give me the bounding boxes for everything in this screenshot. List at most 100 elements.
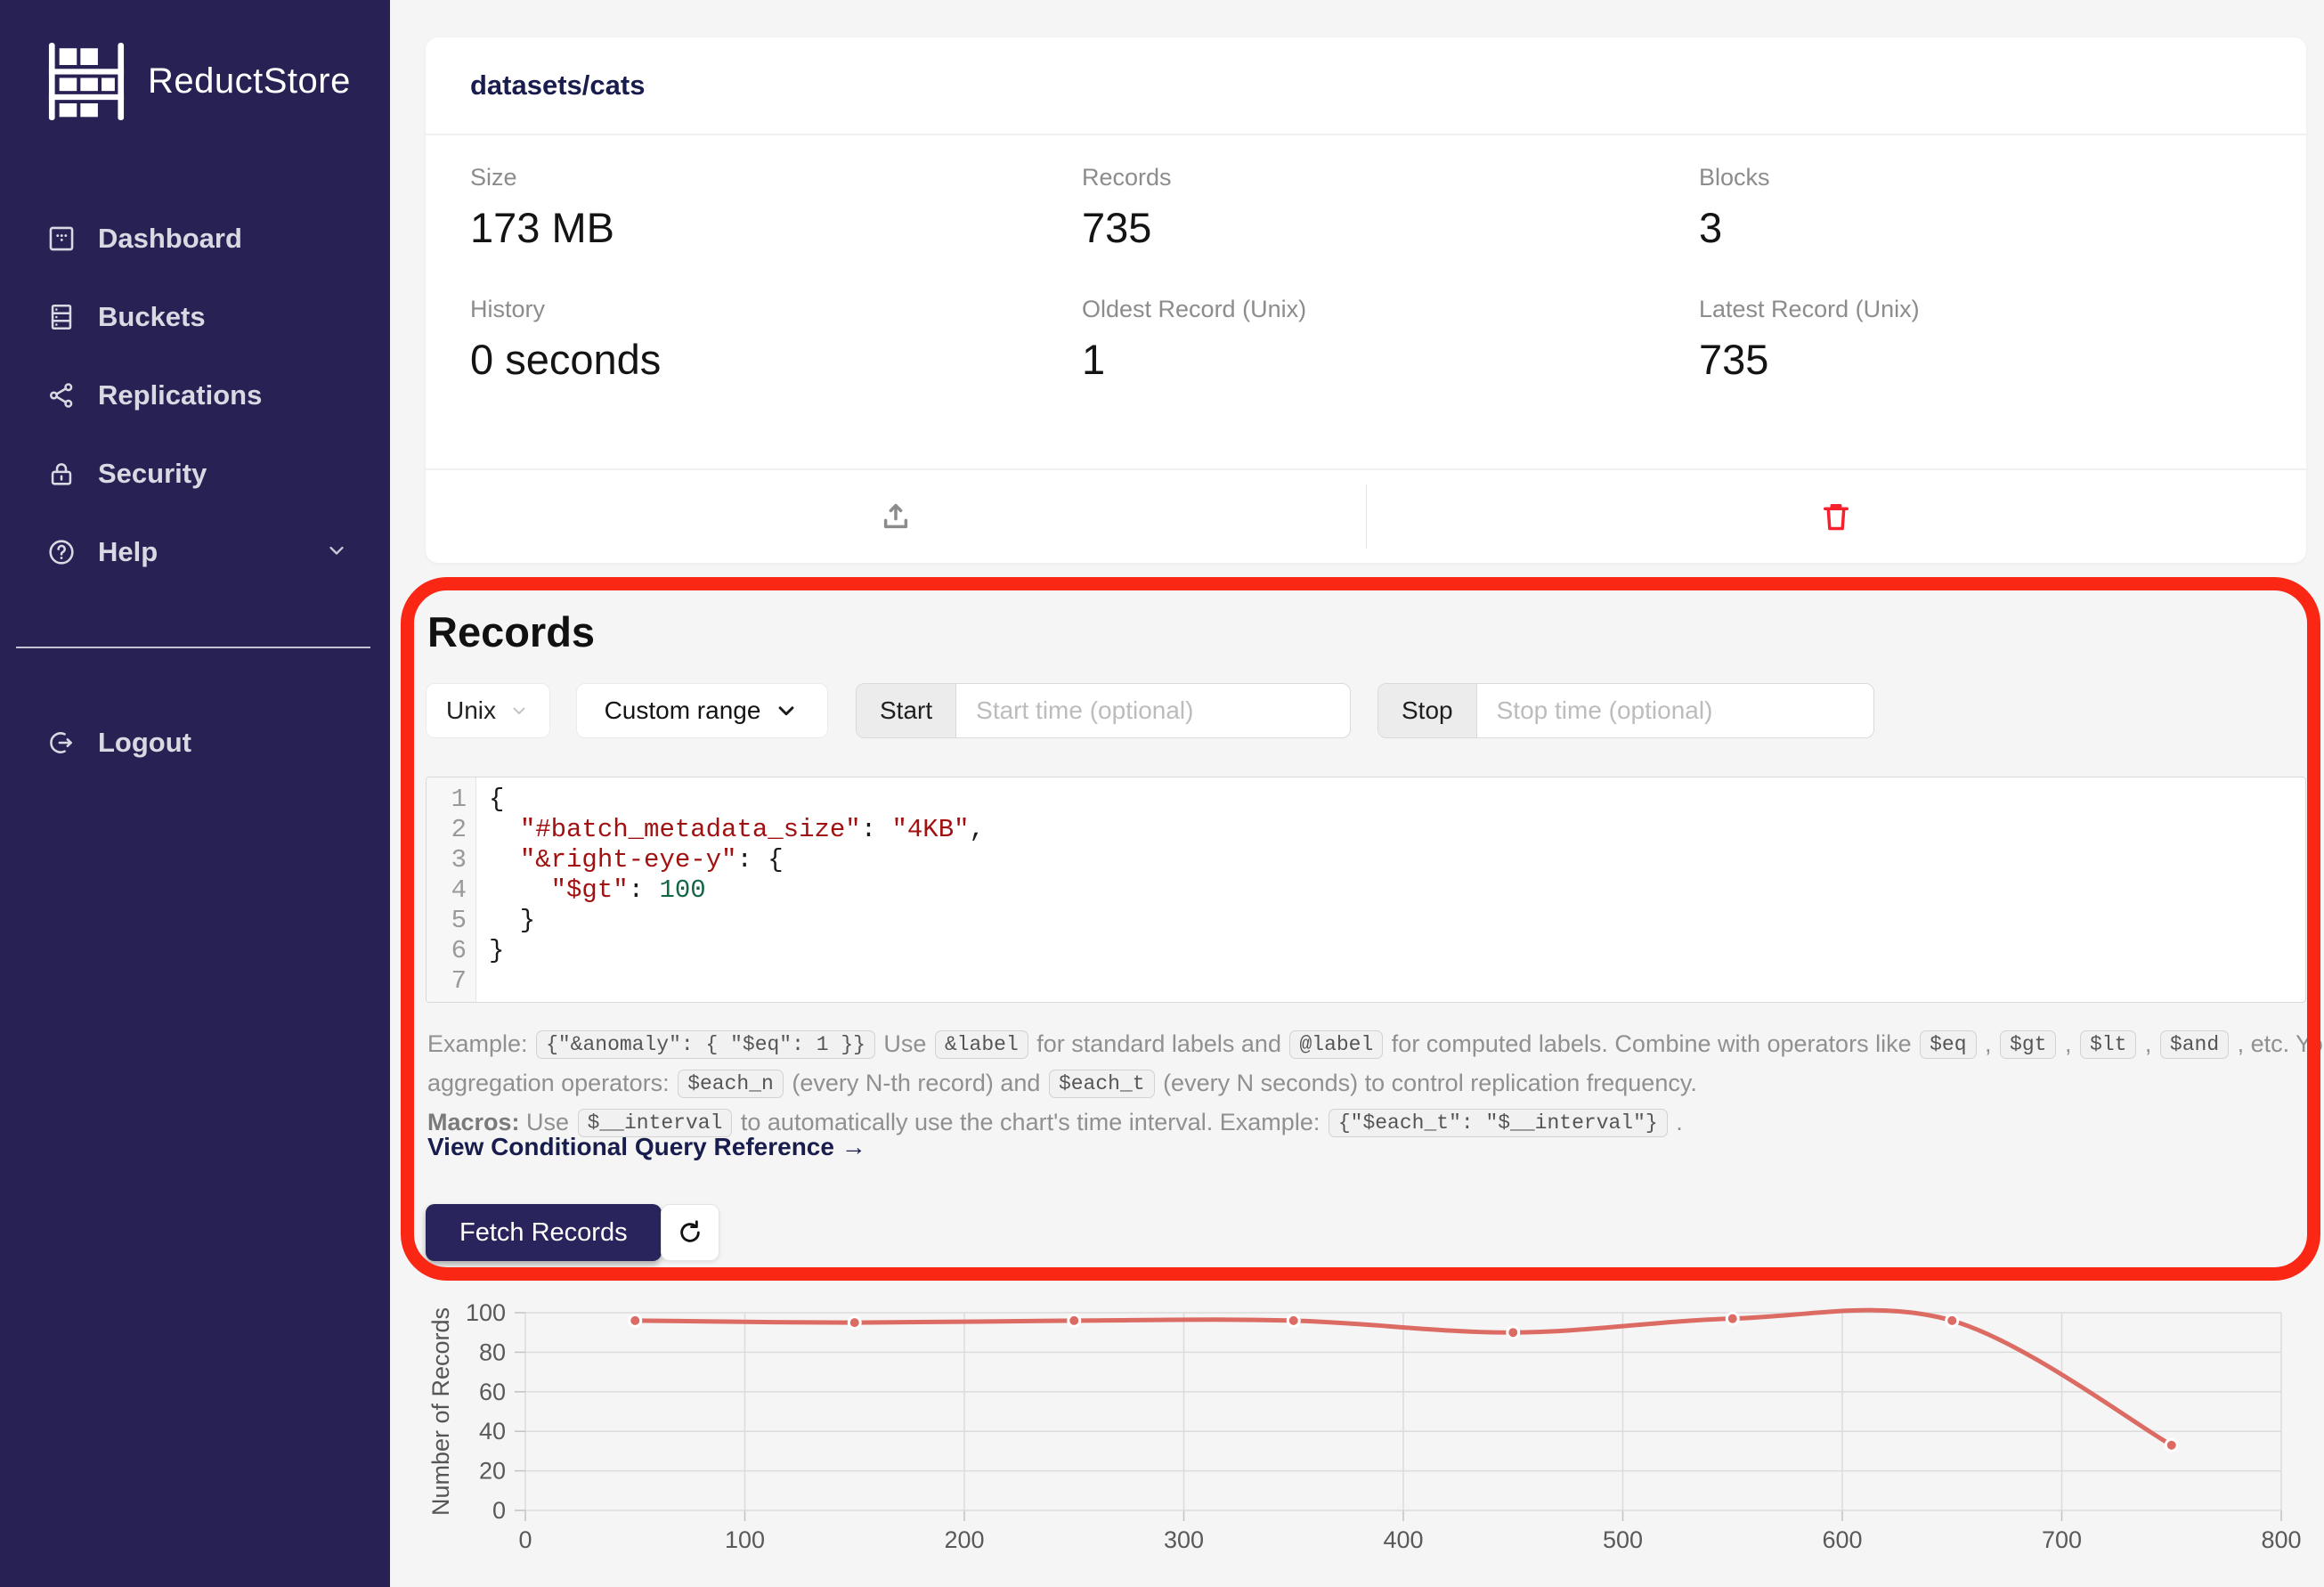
svg-text:800: 800 <box>2261 1526 2301 1553</box>
reductstore-app: { "sidebar": { "brand": "ReductStore", "… <box>0 0 2324 1587</box>
chevron-down-icon <box>773 697 800 724</box>
code-chip: {"$each_t": "$__interval"} <box>1329 1109 1668 1137</box>
brand-logo[interactable]: ReductStore <box>46 39 351 123</box>
stat-cell: History 0 seconds <box>470 294 1082 385</box>
logout-icon <box>46 728 77 758</box>
stat-value: 173 MB <box>470 203 1082 253</box>
conditional-query-reference-link[interactable]: View Conditional Query Reference → <box>427 1133 866 1161</box>
chevron-down-icon <box>508 700 530 721</box>
sidebar-item-logout[interactable]: Logout <box>0 718 390 768</box>
dashboard-icon <box>46 224 77 254</box>
sidebar: ReductStore Dashboard Buckets Replications… <box>0 0 390 1587</box>
y-axis-label: Number of Records <box>427 1307 454 1516</box>
bucket-card-header: datasets/cats <box>426 37 2306 135</box>
timestamp-unit-value: Unix <box>446 696 496 725</box>
line-chart-svg: 0100200300400500600700800020406080100 Nu… <box>418 1286 2306 1564</box>
svg-text:200: 200 <box>944 1526 984 1553</box>
stat-cell: Records 735 <box>1082 162 1699 253</box>
svg-text:40: 40 <box>479 1418 506 1445</box>
line-number: 7 <box>427 966 475 997</box>
fetch-records-button[interactable]: Fetch Records <box>426 1204 662 1261</box>
stop-time-input[interactable] <box>1477 684 1873 737</box>
query-editor: 1234567 { "#batch_metadata_size": "4KB",… <box>426 777 2306 1003</box>
code-line: "$gt": 100 <box>489 875 2305 906</box>
sidebar-item-buckets[interactable]: Buckets <box>0 278 390 356</box>
logout-label: Logout <box>98 727 191 759</box>
delete-button[interactable] <box>1366 470 2306 563</box>
refresh-button[interactable] <box>661 1204 719 1261</box>
sidebar-item-security[interactable]: Security <box>0 435 390 513</box>
code-chip: {"&anomaly": { "$eq": 1 }} <box>536 1030 875 1059</box>
code-chip: $each_n <box>678 1070 784 1098</box>
stat-value: 3 <box>1699 203 2262 253</box>
stat-cell: Size 173 MB <box>470 162 1082 253</box>
help-line: Example: {"&anomaly": { "$eq": 1 }} Use … <box>427 1030 2297 1060</box>
trash-icon <box>1817 498 1855 535</box>
stat-value: 735 <box>1082 203 1699 253</box>
help-icon <box>46 537 77 567</box>
svg-text:80: 80 <box>479 1339 506 1365</box>
sidebar-item-label: Help <box>98 536 158 568</box>
sidebar-item-replications[interactable]: Replications <box>0 356 390 435</box>
svg-text:60: 60 <box>479 1379 506 1405</box>
stat-value: 1 <box>1082 335 1699 385</box>
line-number: 3 <box>427 845 475 875</box>
sidebar-item-label: Buckets <box>98 301 206 333</box>
refresh-icon <box>675 1217 705 1248</box>
time-range-value: Custom range <box>605 696 761 725</box>
upload-icon <box>877 498 914 535</box>
stat-label: Size <box>470 162 1082 192</box>
svg-text:20: 20 <box>479 1458 506 1485</box>
help-line: aggregation operators: $each_n (every N-… <box>427 1069 2297 1099</box>
start-time-group: Start <box>856 683 1351 738</box>
stat-label: Blocks <box>1699 162 2262 192</box>
time-range-select[interactable]: Custom range <box>576 683 828 738</box>
code-chip: &label <box>935 1030 1028 1059</box>
bucket-stats-grid: Size 173 MBRecords 735Blocks 3 History 0 … <box>426 135 2306 385</box>
code-line: "&right-eye-y": { <box>489 845 2305 875</box>
sidebar-item-label: Dashboard <box>98 223 242 255</box>
line-number: 5 <box>427 906 475 936</box>
footer-divider <box>1366 484 1367 549</box>
svg-text:0: 0 <box>518 1526 532 1553</box>
code-chip: $each_t <box>1049 1070 1155 1098</box>
code-line: { <box>489 785 2305 815</box>
sidebar-item-dashboard[interactable]: Dashboard <box>0 199 390 278</box>
query-help-text: Example: {"&anomaly": { "$eq": 1 }} Use … <box>427 1030 2297 1147</box>
buckets-icon <box>46 302 77 332</box>
bucket-info-card: datasets/cats Size 173 MBRecords 735Bloc… <box>426 37 2306 563</box>
stat-value: 0 seconds <box>470 335 1082 385</box>
sidebar-divider <box>16 647 370 648</box>
replications-icon <box>46 380 77 411</box>
stat-cell: Oldest Record (Unix) 1 <box>1082 294 1699 385</box>
bucket-card-footer <box>426 468 2306 563</box>
stop-time-group: Stop <box>1377 683 1874 738</box>
stat-cell: Latest Record (Unix) 735 <box>1699 294 2262 385</box>
sidebar-item-label: Replications <box>98 379 262 411</box>
start-label: Start <box>857 684 956 737</box>
sidebar-item-label: Security <box>98 458 207 490</box>
code-chip: $and <box>2160 1030 2229 1059</box>
code-line: } <box>489 936 2305 966</box>
line-number: 1 <box>427 785 475 815</box>
stat-label: Latest Record (Unix) <box>1699 294 2262 324</box>
sidebar-item-help[interactable]: Help <box>0 513 390 591</box>
upload-button[interactable] <box>426 470 1366 563</box>
svg-text:700: 700 <box>2042 1526 2082 1553</box>
code-chip: @label <box>1289 1030 1383 1059</box>
start-time-input[interactable] <box>956 684 1350 737</box>
svg-text:100: 100 <box>725 1526 765 1553</box>
svg-text:400: 400 <box>1383 1526 1423 1553</box>
stat-label: Oldest Record (Unix) <box>1082 294 1699 324</box>
stop-label: Stop <box>1378 684 1477 737</box>
records-line-chart: 0100200300400500600700800020406080100 Nu… <box>418 1286 2306 1564</box>
svg-text:300: 300 <box>1164 1526 1204 1553</box>
code-chip: $gt <box>2000 1030 2056 1059</box>
records-section-title: Records <box>427 607 595 656</box>
editor-code-area[interactable]: { "#batch_metadata_size": "4KB", "&right… <box>476 777 2305 1002</box>
timestamp-unit-select[interactable]: Unix <box>426 683 550 738</box>
bucket-title: datasets/cats <box>470 69 645 102</box>
security-icon <box>46 459 77 489</box>
code-line: } <box>489 906 2305 936</box>
code-chip: $lt <box>2080 1030 2136 1059</box>
